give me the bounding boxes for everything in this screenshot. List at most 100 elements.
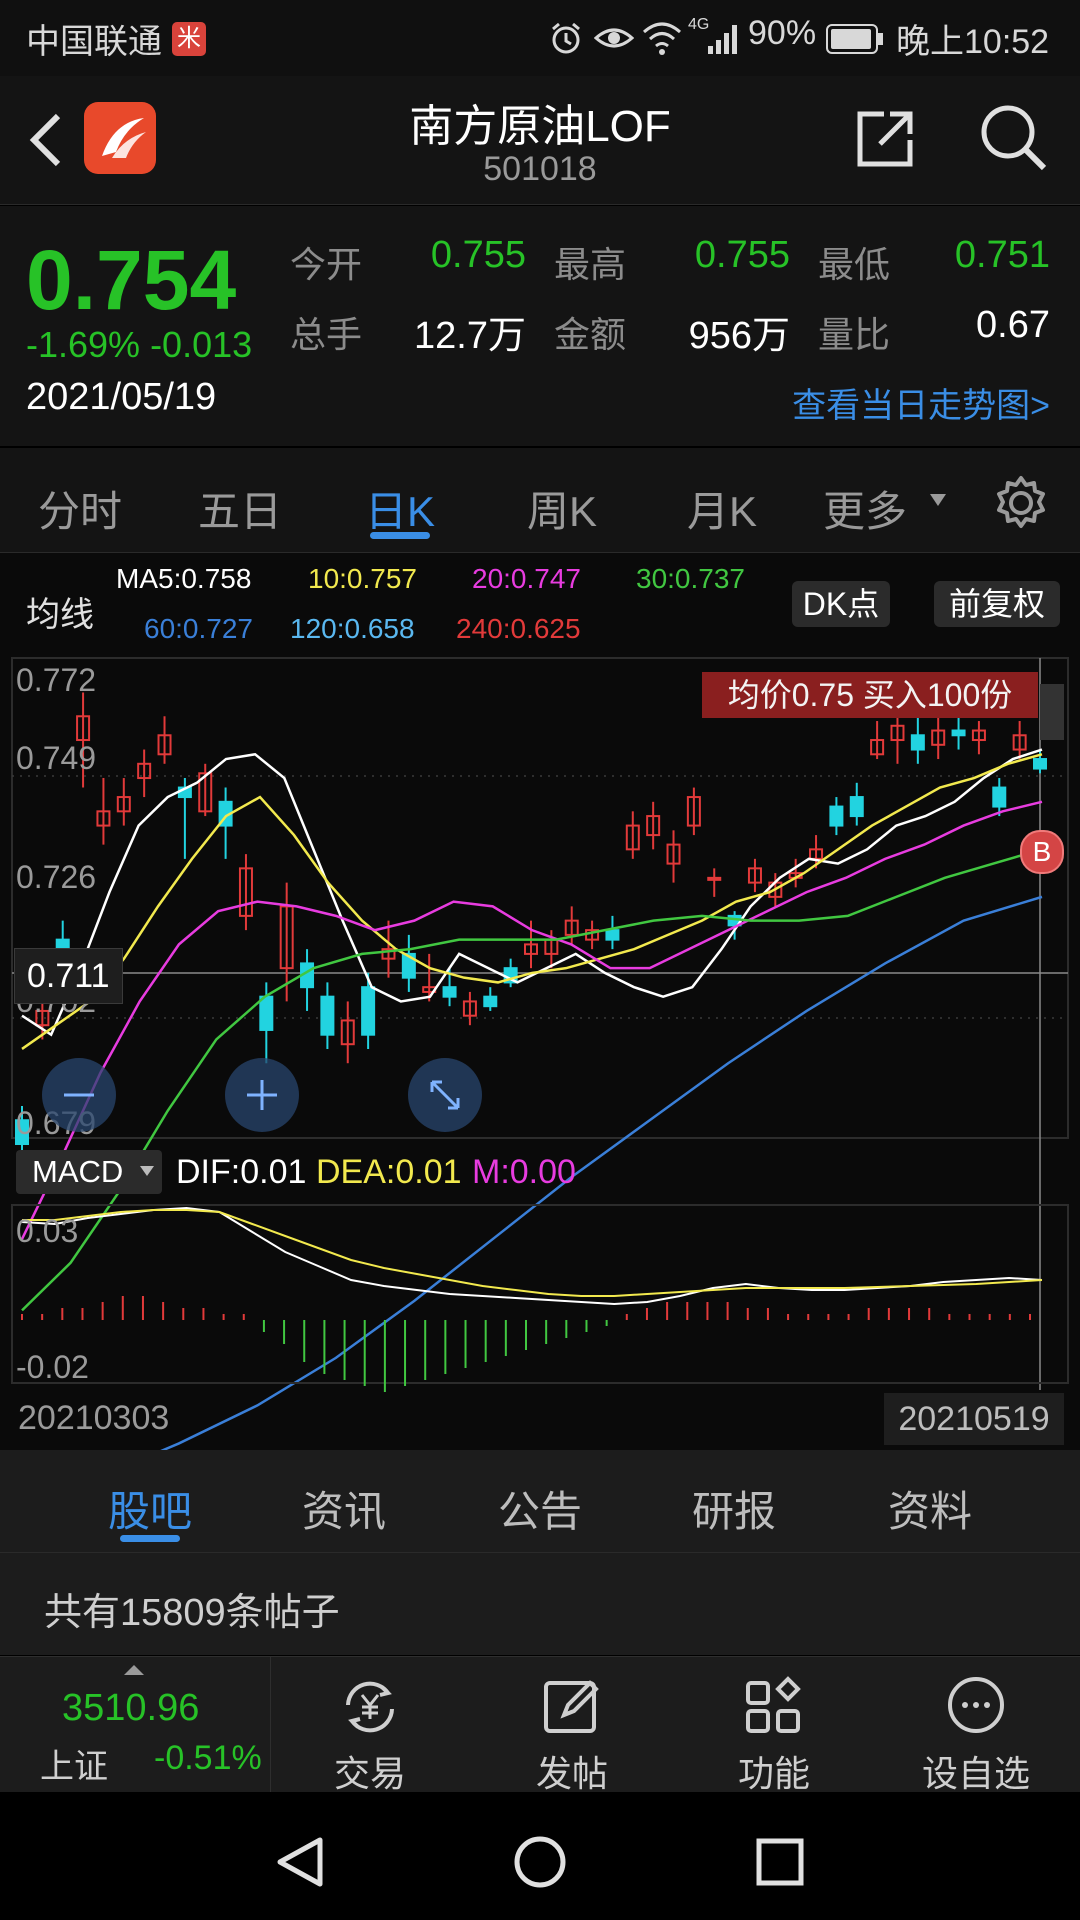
wifi-icon: [643, 22, 681, 55]
index-ticker[interactable]: 3510.96 上证 -0.51%: [0, 1657, 271, 1792]
app-logo: [84, 102, 156, 174]
start-date: 20210303: [18, 1399, 170, 1437]
macd-line: [21, 1206, 1043, 1306]
candle-body: [320, 995, 335, 1036]
post-button[interactable]: 发帖: [472, 1657, 672, 1794]
trade-button[interactable]: 交易: [270, 1657, 470, 1794]
ma-line: [21, 748, 1043, 1037]
nav-recents-icon[interactable]: [752, 1834, 808, 1890]
plus-icon: [247, 1080, 277, 1110]
back-icon[interactable]: [26, 112, 66, 168]
trend-link[interactable]: 查看当日走势图>: [740, 378, 1050, 427]
tab-research[interactable]: 研报: [654, 1478, 814, 1539]
macd-y-label: -0.02: [16, 1349, 89, 1385]
candle-body: [707, 876, 722, 881]
index-name: 上证: [40, 1748, 108, 1786]
chevron-down-icon: [930, 494, 946, 506]
stock-name: 南方原油LOF: [409, 102, 671, 151]
tab-forum[interactable]: 股吧: [70, 1478, 230, 1539]
carrier-name: 中国联通: [26, 23, 162, 61]
content-tabs: 股吧 资讯 公告 研报 资料: [0, 1450, 1080, 1553]
amount-value: 956万: [688, 315, 790, 357]
macd-dif: DIF:0.01: [176, 1153, 307, 1191]
last-price: 0.754: [26, 233, 237, 327]
compose-icon: [544, 1680, 599, 1733]
volume-value: 12.7万: [414, 315, 526, 357]
amount-label: 金额: [554, 314, 627, 355]
y-tick-label: 0.749: [16, 740, 97, 776]
buy-marker[interactable]: B: [1020, 830, 1064, 874]
kline-chart-area[interactable]: 均线 MA5:0.758 10:0.757 20:0.747 30:0.737 …: [0, 553, 1080, 1450]
quote-date: 2021/05/19: [26, 376, 217, 418]
battery-icon: [826, 24, 883, 54]
low-label: 最低: [818, 244, 891, 285]
nav-home-icon[interactable]: [512, 1834, 568, 1890]
candle-body: [849, 796, 864, 818]
add-watchlist-button[interactable]: 设自选: [876, 1657, 1076, 1794]
index-change: -0.51%: [154, 1739, 262, 1777]
functions-label: 功能: [737, 1753, 810, 1794]
signal-icon: [708, 25, 737, 54]
y-tick-label: 0.772: [16, 662, 97, 698]
tab-announcements[interactable]: 公告: [460, 1478, 620, 1539]
expand-icon: [430, 1080, 460, 1110]
candle-body: [829, 805, 844, 827]
candle-body: [483, 995, 498, 1008]
macd-line: [22, 1209, 1043, 1297]
system-nav-bar: [0, 1792, 1080, 1920]
candle-body: [910, 734, 925, 751]
volume-ratio-value: 0.67: [976, 304, 1050, 346]
tab-monthly-k[interactable]: 月K: [652, 478, 792, 539]
tab-more[interactable]: 更多: [810, 478, 920, 539]
stock-code: 501018: [483, 150, 597, 188]
grid-apps-icon: [746, 1676, 801, 1733]
battery-percent: 90%: [748, 14, 817, 52]
zoom-in-button[interactable]: [225, 1058, 299, 1132]
tab-news[interactable]: 资讯: [264, 1478, 424, 1539]
chevron-down-icon: [140, 1166, 154, 1176]
tab-minute[interactable]: 分时: [10, 478, 150, 539]
banner-handle[interactable]: [1040, 684, 1064, 740]
posts-summary[interactable]: 共有15809条帖子: [0, 1553, 1080, 1655]
indicator-selector[interactable]: MACD: [16, 1150, 162, 1194]
active-tab-indicator: [370, 532, 430, 539]
volume-ratio-label: 量比: [818, 314, 891, 355]
settings-gear-icon[interactable]: [992, 474, 1050, 532]
tab-weekly-k[interactable]: 周K: [492, 478, 632, 539]
clock: 晚上10:52: [896, 23, 1050, 61]
nav-back-icon[interactable]: [272, 1834, 328, 1890]
more-circle-icon: [948, 1677, 1004, 1733]
period-tabs: 分时 五日 日K 周K 月K 更多: [0, 448, 1080, 553]
active-tab-indicator: [120, 1535, 180, 1542]
candle-body: [361, 986, 376, 1036]
candle-body: [259, 995, 274, 1031]
zoom-out-button[interactable]: [42, 1058, 116, 1132]
tab-profile[interactable]: 资料: [850, 1478, 1010, 1539]
candle-body: [1033, 758, 1047, 770]
tab-five-day[interactable]: 五日: [170, 478, 310, 539]
crosshair-price-label: 0.711: [14, 948, 123, 1004]
bottom-action-bar: 3510.96 上证 -0.51% 交易 发帖 功能 设自选: [0, 1656, 1080, 1794]
header-bar: 南方原油LOF 501018: [0, 76, 1080, 205]
volume-label: 总手: [290, 314, 363, 355]
end-date: 20210519: [884, 1393, 1064, 1445]
fullscreen-button[interactable]: [408, 1058, 482, 1132]
tab-daily-k[interactable]: 日K: [330, 478, 470, 539]
macd-m: M:0.00: [472, 1153, 576, 1191]
carrier-badge: 米: [172, 22, 206, 56]
eye-icon: [594, 28, 634, 48]
status-bar: 中国联通 米 4G 90% 晚上10:52: [0, 0, 1080, 76]
quote-panel: 0.754 -1.69% -0.013 2021/05/19 今开 0.755 …: [0, 206, 1080, 446]
high-label: 最高: [554, 244, 627, 285]
main-panel-frame: [11, 657, 1069, 1139]
high-value: 0.755: [694, 234, 790, 276]
alarm-icon: [552, 22, 580, 54]
posts-count: 共有15809条帖子: [44, 1592, 340, 1634]
share-icon[interactable]: [854, 106, 918, 170]
low-value: 0.751: [954, 234, 1050, 276]
macd-dea: DEA:0.01: [316, 1153, 462, 1191]
caret-up-icon: [124, 1665, 144, 1675]
search-icon[interactable]: [978, 102, 1048, 172]
ma-line: [21, 848, 1043, 1312]
functions-button[interactable]: 功能: [674, 1657, 874, 1794]
